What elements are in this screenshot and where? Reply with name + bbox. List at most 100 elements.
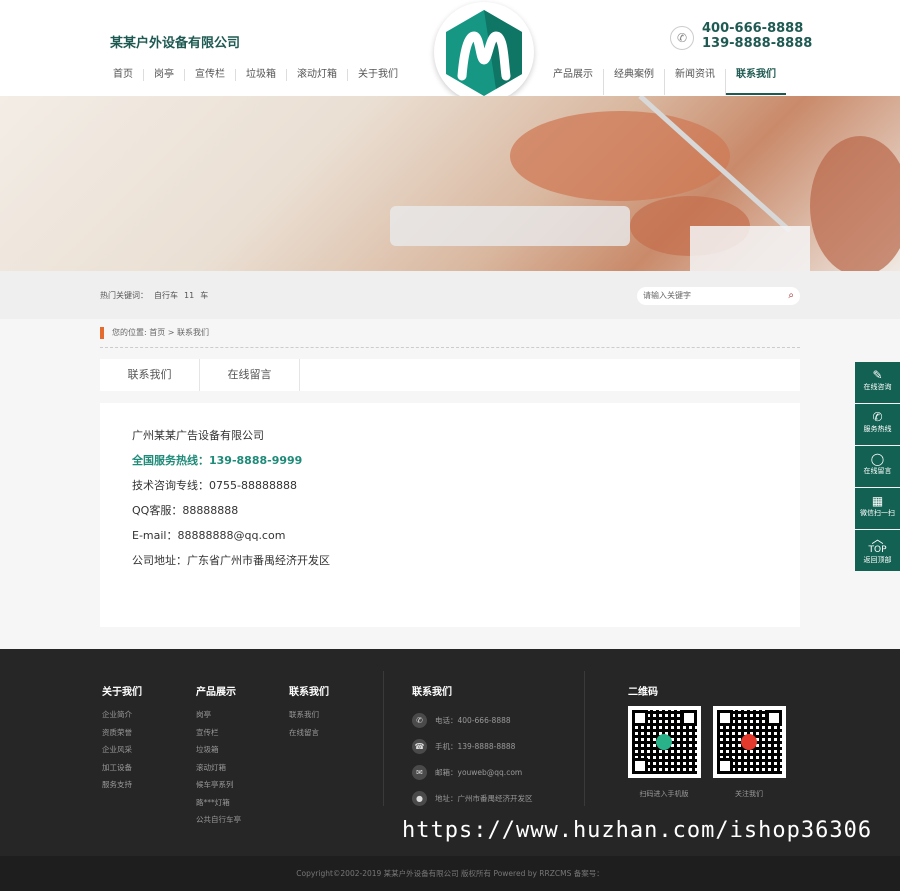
header-phone-2: 139-8888-8888 — [702, 36, 813, 51]
footer-link[interactable]: 加工设备 — [102, 759, 142, 777]
side-message[interactable]: ◯ 在线留言 — [855, 446, 900, 487]
breadcrumb: 您的位置: 首页 > 联系我们 — [100, 327, 209, 339]
qrcode-mobile-image — [628, 706, 701, 778]
nav-about[interactable]: 关于我们 — [348, 69, 408, 81]
side-top-label: TOP — [868, 545, 887, 555]
chat-icon: ✎ — [872, 368, 883, 382]
footer-email: 邮箱：youweb@qq.com — [435, 767, 523, 777]
footer-qr-title: 二维码 — [628, 687, 658, 698]
site-logo[interactable] — [434, 2, 534, 102]
nav-products[interactable]: 产品展示 — [543, 69, 604, 95]
footer-link[interactable]: 企业风采 — [102, 741, 142, 759]
nav-booth[interactable]: 岗亭 — [144, 69, 185, 81]
footer-link[interactable]: 垃圾箱 — [196, 741, 241, 759]
copyright-bar: Copyright©2002-2019 某某户外设备有限公司 版权所有 Powe… — [0, 856, 900, 891]
footer-link[interactable]: 在线留言 — [289, 724, 329, 742]
contact-address: 公司地址：广东省广州市番禺经济开发区 — [132, 554, 330, 567]
site-header: 某某户外设备有限公司 首页 岗亭 宣传栏 垃圾箱 滚动灯箱 关于我们 产品展示 … — [0, 0, 900, 102]
header-phone-1: 400-666-8888 — [702, 21, 804, 36]
footer-qr: 二维码 — [628, 683, 658, 706]
footer-contactus: 联系我们 联系我们 在线留言 — [289, 683, 329, 741]
phone-icon: ✆ — [670, 26, 694, 50]
hot-word[interactable]: 车 — [200, 291, 208, 300]
footer-mobile: 手机：139-8888-8888 — [435, 741, 516, 751]
contact-tabs: 联系我们 在线留言 — [100, 359, 800, 391]
footer-divider — [584, 671, 585, 806]
footer-link[interactable]: 企业简介 — [102, 706, 142, 724]
company-name[interactable]: 某某户外设备有限公司 — [110, 32, 240, 51]
footer-phone: 电话：400-666-8888 — [435, 715, 511, 725]
main-nav-left: 首页 岗亭 宣传栏 垃圾箱 滚动灯箱 关于我们 — [103, 69, 408, 81]
footer-link[interactable]: 服务支持 — [102, 776, 142, 794]
footer-link[interactable]: 资质荣誉 — [102, 724, 142, 742]
nav-lightbox[interactable]: 滚动灯箱 — [287, 69, 348, 81]
hot-word[interactable]: 自行车 — [154, 291, 178, 300]
search-placeholder: 请输入关键字 — [643, 291, 691, 300]
nav-news[interactable]: 新闻资讯 — [665, 69, 726, 95]
weibo-icon — [741, 734, 757, 750]
footer-link[interactable]: 公共自行车亭 — [196, 811, 241, 829]
footer-about-title[interactable]: 关于我们 — [102, 683, 142, 698]
contact-company: 广州某某广告设备有限公司 — [132, 429, 264, 442]
footer-contact-title: 联系我们 — [412, 687, 452, 698]
side-label: 微信扫一扫 — [860, 509, 895, 517]
contact-email: E-mail：88888888@qq.com — [132, 529, 286, 542]
footer-link[interactable]: 岗亭 — [196, 706, 241, 724]
side-online-consult[interactable]: ✎ 在线咨询 — [855, 362, 900, 403]
telephone-icon: ☎ — [412, 738, 427, 754]
footer-address: 地址：广州市番禺经济开发区 — [435, 793, 533, 803]
footer-link[interactable]: 滚动灯箱 — [196, 759, 241, 777]
footer-link[interactable]: 路***灯箱 — [196, 794, 241, 812]
footer-link[interactable]: 宣传栏 — [196, 724, 241, 742]
nav-home[interactable]: 首页 — [103, 69, 144, 81]
nav-cases[interactable]: 经典案例 — [604, 69, 665, 95]
nav-billboard[interactable]: 宣传栏 — [185, 69, 236, 81]
qrcode-icon: ▦ — [871, 494, 884, 508]
footer-products: 产品展示 岗亭 宣传栏 垃圾箱 滚动灯箱 候车亭系列 路***灯箱 公共自行车亭 — [196, 683, 241, 829]
contact-hotline: 全国服务热线：139-8888-9999 — [132, 454, 303, 467]
side-label: 服务热线 — [863, 425, 892, 433]
footer-mobile-row: ☎ 手机：139-8888-8888 — [412, 733, 533, 759]
footer-contact-info: 联系我们 — [412, 683, 452, 706]
divider — [100, 347, 800, 348]
footer-contact-rows: ✆ 电话：400-666-8888 ☎ 手机：139-8888-8888 ✉ 邮箱：y… — [412, 707, 533, 811]
hot-word[interactable]: 11 — [184, 291, 194, 300]
phone-icon: ✆ — [412, 712, 427, 728]
location-icon: ● — [412, 790, 427, 806]
phone-icon: ✆ — [872, 410, 883, 424]
main-nav-right: 产品展示 经典案例 新闻资讯 联系我们 — [543, 69, 786, 95]
footer-address-row: ● 地址：广州市番禺经济开发区 — [412, 785, 533, 811]
hero-banner — [0, 96, 900, 271]
logo-m-icon — [446, 10, 522, 96]
search-icon[interactable]: ⌕ — [788, 287, 794, 305]
footer-about: 关于我们 企业简介 资质荣誉 企业风采 加工设备 服务支持 — [102, 683, 142, 794]
nav-trashbin[interactable]: 垃圾箱 — [236, 69, 287, 81]
footer-link[interactable]: 联系我们 — [289, 706, 329, 724]
side-label: 在线留言 — [863, 467, 892, 475]
side-top-sub: 返回顶部 — [863, 556, 892, 564]
up-arrow-icon: ︿ — [871, 532, 884, 546]
side-hotline[interactable]: ✆ 服务热线 — [855, 404, 900, 445]
watermark-url: https://www.huzhan.com/ishop36306 — [402, 818, 873, 843]
message-icon: ◯ — [870, 452, 885, 466]
hot-label: 热门关键词： — [100, 291, 148, 300]
footer-link[interactable]: 候车亭系列 — [196, 776, 241, 794]
tab-message[interactable]: 在线留言 — [200, 359, 300, 391]
mail-icon: ✉ — [412, 764, 427, 780]
hot-keywords: 热门关键词： 自行车 11 车 — [100, 290, 208, 301]
side-top[interactable]: ︿ TOP 返回顶部 — [855, 530, 900, 571]
tab-contact[interactable]: 联系我们 — [100, 359, 200, 391]
qr-label-follow: 关注我们 — [735, 790, 763, 798]
qrcode-weibo-image — [713, 706, 786, 778]
footer-contactus-title[interactable]: 联系我们 — [289, 683, 329, 698]
search-input[interactable]: 请输入关键字 ⌕ — [637, 287, 800, 305]
footer-products-title[interactable]: 产品展示 — [196, 683, 241, 698]
side-wechat[interactable]: ▦ 微信扫一扫 — [855, 488, 900, 529]
footer-divider — [383, 671, 384, 806]
side-label: 在线咨询 — [863, 383, 892, 391]
footer-phone-row: ✆ 电话：400-666-8888 — [412, 707, 533, 733]
contact-panel: 广州某某广告设备有限公司 全国服务热线：139-8888-9999 技术咨询专线… — [100, 403, 800, 627]
nav-contact[interactable]: 联系我们 — [726, 69, 786, 95]
contact-tech: 技术咨询专线：0755-88888888 — [132, 479, 297, 492]
home-icon — [656, 734, 672, 750]
